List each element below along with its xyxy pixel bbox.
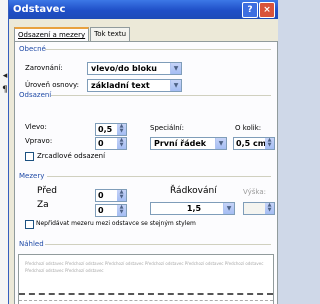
alignment-select[interactable]: vlevo/do bloku ▼ [87, 62, 182, 75]
dialog-titlebar: Odstavec ? × [9, 0, 278, 19]
space-after-label: Za [37, 200, 49, 210]
no-space-same-style-checkbox[interactable] [25, 220, 34, 229]
by-spinner[interactable]: 0,5 cm ▲ ▼ [233, 137, 275, 150]
section-spacing-heading: Mezery [19, 172, 45, 180]
indent-left-label: Vlevo: [25, 123, 47, 131]
special-select[interactable]: První řádek ▼ [150, 137, 227, 150]
section-preview-heading: Náhled [19, 240, 44, 248]
line-spacing-value: 1,5 [186, 204, 202, 213]
no-space-same-style-label: Nepřidávat mezeru mezi odstavce se stejn… [36, 220, 196, 227]
tab-panel: Obecné Zarovnání: vlevo/do bloku ▼ Úrove… [14, 41, 278, 304]
by-label: O kolik: [235, 124, 262, 132]
line-spacing-select[interactable]: 1,5 ▼ [150, 202, 235, 215]
preview-current-paragraph [19, 293, 273, 295]
space-before-value: 0 [98, 191, 104, 200]
indent-right-value: 0 [98, 139, 104, 148]
outline-level-select[interactable]: základní text ▼ [87, 79, 182, 92]
paragraph-dialog: Odstavec ? × Odsazení a mezery Tok textu… [8, 0, 278, 304]
spin-arrows-icon[interactable]: ▲ ▼ [117, 205, 126, 216]
indent-left-spinner[interactable]: 0,5 ▲ ▼ [95, 123, 127, 136]
by-value: 0,5 cm [236, 139, 267, 148]
spin-arrows-icon[interactable]: ▲ ▼ [117, 190, 126, 201]
spin-arrows-icon[interactable]: ▲ ▼ [265, 203, 274, 214]
alignment-value: vlevo/do bloku [91, 64, 158, 73]
tab-strip: Odsazení a mezery Tok textu [14, 27, 131, 43]
preview-box: Předchozí odstavec Předchozí odstavec Př… [18, 254, 274, 304]
space-after-value: 0 [98, 206, 104, 215]
space-before-label: Před [37, 186, 58, 196]
mirror-indents-label: Zrcadlové odsazení [37, 152, 106, 160]
screen: ◂ ¶ Odstavec ? × Odsazení a mezery Tok t… [0, 0, 278, 304]
spin-arrows-icon[interactable]: ▲ ▼ [265, 138, 274, 149]
close-icon[interactable]: × [259, 2, 275, 18]
section-divider [45, 49, 271, 50]
chevron-down-icon[interactable]: ▼ [223, 203, 234, 214]
special-value: První řádek [154, 139, 207, 148]
section-indent-heading: Odsazení [19, 91, 52, 99]
outline-level-label: Úroveň osnovy: [25, 81, 80, 89]
outline-level-value: základní text [91, 81, 150, 90]
line-at-label: Výška: [243, 188, 266, 196]
indent-right-label: Vpravo: [25, 137, 53, 145]
section-divider [47, 176, 271, 177]
section-general-heading: Obecné [19, 45, 46, 53]
space-before-spinner[interactable]: 0 ▲ ▼ [95, 189, 127, 202]
mirror-indents-checkbox[interactable] [25, 152, 34, 161]
space-after-spinner[interactable]: 0 ▲ ▼ [95, 204, 127, 217]
preview-next-paragraph [19, 300, 273, 301]
indent-right-spinner[interactable]: 0 ▲ ▼ [95, 137, 127, 150]
line-spacing-label: Řádkování [170, 186, 217, 196]
chevron-down-icon[interactable]: ▼ [215, 138, 226, 149]
section-divider [45, 244, 271, 245]
special-label: Speciální: [150, 124, 184, 132]
spin-arrows-icon[interactable]: ▲ ▼ [117, 138, 126, 149]
spin-arrows-icon[interactable]: ▲ ▼ [117, 124, 126, 135]
alignment-label: Zarovnání: [25, 64, 63, 72]
section-divider [51, 95, 271, 96]
tab-text-flow[interactable]: Tok textu [90, 27, 131, 41]
line-at-spinner[interactable]: ▲ ▼ [243, 202, 275, 215]
dialog-title: Odstavec [13, 4, 66, 15]
indent-left-value: 0,5 [98, 125, 113, 134]
chevron-down-icon[interactable]: ▼ [170, 63, 181, 74]
chevron-down-icon[interactable]: ▼ [170, 80, 181, 91]
preview-sample-text: Předchozí odstavec Předchozí odstavec Př… [25, 261, 264, 273]
help-icon[interactable]: ? [242, 2, 258, 18]
